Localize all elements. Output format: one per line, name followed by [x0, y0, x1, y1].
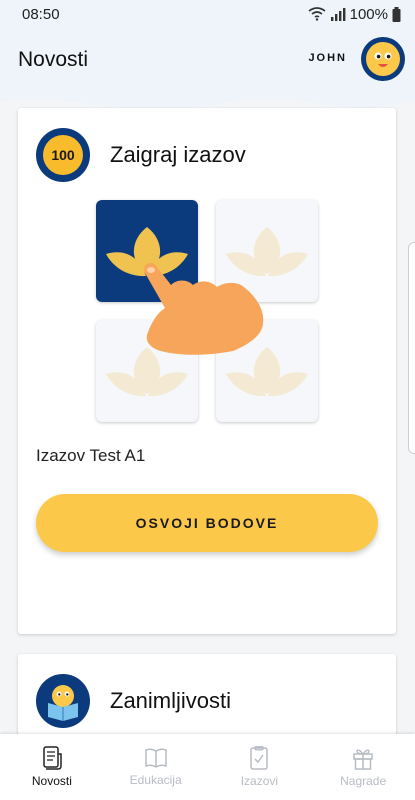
nav-item-izazovi[interactable]: Izazovi [208, 734, 312, 800]
nav-label: Novosti [31, 774, 72, 788]
status-bar: 08:50 100% [0, 0, 415, 28]
nav-item-novosti[interactable]: Novosti [0, 734, 104, 800]
reading-mascot-icon [36, 674, 90, 728]
scroll-handle[interactable] [408, 242, 415, 454]
newspaper-icon [43, 746, 62, 770]
nav-item-edukacija[interactable]: Edukacija [104, 734, 208, 800]
gift-icon [353, 749, 373, 770]
nav-label: Izazovi [240, 774, 279, 788]
challenge-card: 100 Zaigraj izazov Izazov Test A1 OSVOJI… [18, 108, 396, 634]
wifi-icon [308, 7, 326, 21]
test-name: Izazov Test A1 [36, 446, 146, 465]
app-header: Novosti JOHN [0, 28, 415, 109]
nav-label: Edukacija [129, 773, 182, 787]
points-badge: 100 [43, 135, 83, 175]
avatar[interactable] [361, 37, 405, 81]
earn-points-button[interactable]: OSVOJI BODOVE [36, 494, 378, 552]
news-title: Zanimljivosti [110, 688, 232, 713]
battery-percent: 100% [349, 5, 388, 23]
points-icon: 100 [36, 128, 90, 182]
battery-icon [392, 6, 401, 22]
clipboard-check-icon [250, 746, 269, 770]
status-icons: 100% [308, 6, 401, 23]
page-title: Novosti [18, 48, 89, 71]
nav-item-nagrade[interactable]: Nagrade [311, 734, 415, 800]
signal-icon [330, 8, 346, 21]
mascot-face-icon [366, 42, 400, 76]
challenge-title: Zaigraj izazov [110, 142, 246, 167]
book-icon [144, 748, 167, 768]
user-name[interactable]: JOHN [308, 52, 347, 64]
status-time: 08:50 [22, 5, 60, 23]
pointing-hand-icon [144, 263, 264, 355]
nav-label: Nagrade [340, 774, 387, 788]
bottom-nav: Novosti Edukacija Izazovi Nagrade [0, 734, 415, 800]
